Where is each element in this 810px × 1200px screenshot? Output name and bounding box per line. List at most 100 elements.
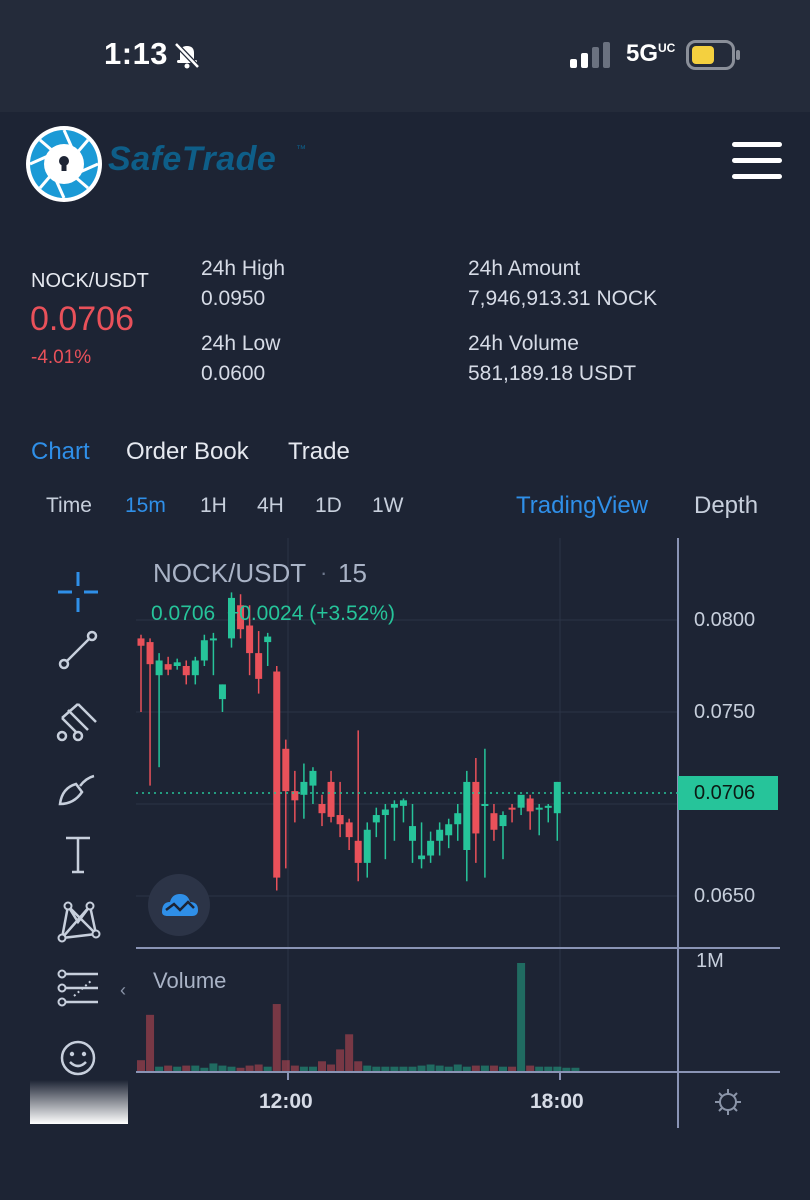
prediction-tool-icon[interactable] [52,962,104,1014]
volume-tick: 1M [696,950,724,972]
text-tool-icon[interactable] [52,828,104,880]
candle-body [300,781,308,795]
candle-body [454,813,462,825]
volume-bar [155,1066,164,1071]
candle-body [463,781,471,850]
stat-value: 0.0600 [201,362,266,385]
time-tick: 18:00 [530,1090,584,1113]
stat-24h-volume: 24h Volume 581,189.18 USDT [468,329,636,389]
interval-1w[interactable]: 1W [372,494,404,518]
candle-body [508,807,516,810]
stat-label: 24h Low [201,332,281,355]
candle-body [200,640,208,661]
candle-body [327,781,335,817]
volume-bar [354,1061,363,1071]
chart-ohlc: 0.0706 +0.0024 (+3.52%) [151,602,396,625]
chart-symbol: NOCK/USDT [153,558,307,588]
volume-bar [336,1049,345,1071]
candle-body [381,809,389,816]
view-depth[interactable]: Depth [694,492,758,520]
candle-body [372,815,380,823]
hamburger-menu-icon[interactable] [732,142,782,180]
chart-interval: 15 [338,558,367,588]
volume-bar [191,1065,200,1071]
fib-tool-icon[interactable] [52,696,104,748]
trademark: ™ [296,144,306,155]
candle-body [445,824,453,836]
app-header: SafeTrade ™ [0,112,810,232]
trend-line-icon[interactable] [52,624,104,676]
candle-body [553,781,561,814]
view-tradingview[interactable]: TradingView [516,492,648,520]
interval-1d[interactable]: 1D [315,494,342,518]
price-tick: 0.0650 [694,885,756,907]
candle-body [544,805,552,808]
candle-body [490,813,498,830]
tradingview-logo-icon[interactable] [148,874,210,936]
interval-4h[interactable]: 4H [257,494,284,518]
candlestick-chart[interactable] [0,538,810,1128]
volume-bar [209,1063,218,1071]
candle-body [481,804,489,806]
candle-body [209,638,217,641]
candle-body [137,638,145,646]
price-tick: 0.0800 [694,609,756,631]
volume-bar [553,1066,562,1071]
volume-bar [471,1065,480,1071]
candle-body [436,829,444,841]
candle-body [246,625,254,654]
ticker-summary: NOCK/USDT 0.0706 -4.01% 24h High 0.0950 … [0,250,810,390]
candle-body [499,815,507,827]
candle-body [345,822,353,838]
volume-bar [562,1067,571,1071]
tab-order-book[interactable]: Order Book [126,438,249,466]
tab-chart[interactable]: Chart [31,438,90,466]
volume-bar [345,1034,354,1071]
crosshair-icon[interactable] [52,566,104,618]
volume-bar [417,1065,426,1071]
volume-bar [272,1004,281,1071]
interval-bar: Time 15m 1H 4H 1D 1W TradingView Depth [0,492,810,528]
volume-bar [571,1067,580,1071]
battery-icon [686,40,740,70]
stat-value: 0.0950 [201,287,266,310]
interval-time[interactable]: Time [46,494,92,518]
pattern-tool-icon[interactable] [52,894,104,946]
network-label: 5GUC [626,40,676,67]
volume-bar [499,1066,507,1071]
volume-bar [517,963,526,1071]
volume-bar [146,1014,155,1071]
status-bar: 1:13 5GUC [0,0,810,112]
emoji-icon[interactable] [52,1032,104,1084]
candle-body [173,662,181,666]
candle-body [282,748,290,792]
tab-trade[interactable]: Trade [288,438,350,466]
volume-bar [308,1066,317,1071]
volume-bar [526,1065,535,1071]
volume-bar [318,1061,326,1071]
candle-body [363,829,371,863]
volume-bar [263,1066,272,1071]
toolbar-fade [30,1080,128,1124]
collapse-toolbar-icon[interactable]: ‹ [120,980,126,1001]
candle-body [390,804,398,808]
candle-body [472,781,480,834]
candle-body [273,671,281,878]
volume-bar [164,1065,173,1071]
candle-body [399,800,407,806]
volume-bar [435,1065,444,1071]
volume-bar [363,1065,372,1071]
interval-1h[interactable]: 1H [200,494,227,518]
volume-bar [218,1065,227,1071]
separator-dot: · [320,560,328,585]
safetrade-logo-icon[interactable] [24,124,104,204]
volume-bar [290,1065,299,1071]
interval-15m[interactable]: 15m [125,494,166,518]
tradingview-chart: ‹ NOCK/USDT · 15 0.0706 +0.0024 (+3.52%)… [0,538,810,1128]
volume-bar [508,1066,517,1071]
candle-body [146,642,154,665]
volume-bar [173,1066,182,1071]
brush-icon[interactable] [52,762,104,814]
candle-body [354,840,362,863]
chart-settings-gear-icon[interactable] [712,1086,744,1118]
